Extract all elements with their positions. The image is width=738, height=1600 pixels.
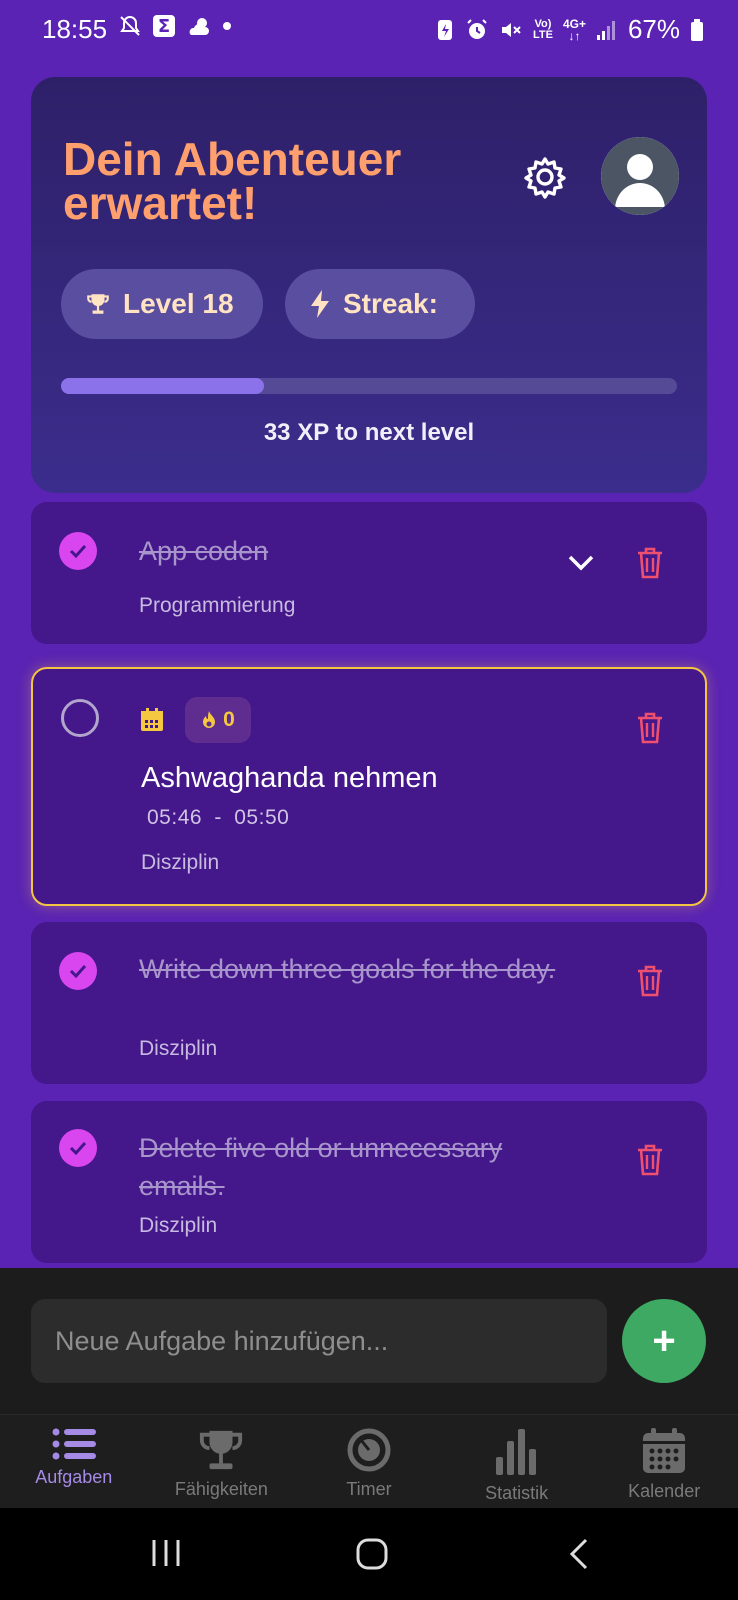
trash-icon[interactable]	[635, 964, 665, 998]
nav-label: Statistik	[485, 1483, 549, 1503]
timer-icon	[346, 1427, 392, 1473]
nav-item-statistik[interactable]: Statistik	[443, 1415, 591, 1508]
back-icon[interactable]	[568, 1538, 590, 1570]
flame-icon	[201, 710, 217, 730]
lte-label: LTE	[532, 28, 553, 41]
task-card[interactable]: App coden Programmierung	[31, 502, 707, 644]
xp-progress-fill	[61, 378, 265, 394]
task-checkbox-done[interactable]	[59, 1129, 97, 1167]
dot-icon	[222, 21, 232, 31]
task-title: Delete five old or unnecessary emails.	[139, 1133, 503, 1201]
new-task-input[interactable]	[31, 1299, 607, 1383]
task-card-active[interactable]: 0 Ashwaghanda nehmen 05:46 - 05:50 Diszi…	[31, 667, 707, 906]
trash-icon[interactable]	[635, 711, 665, 745]
svg-text:Σ: Σ	[158, 16, 170, 37]
task-category: Programmierung	[139, 594, 296, 617]
task-title: Write down three goals for the day.	[139, 954, 556, 984]
notifications-off-icon	[118, 14, 142, 38]
recent-apps-icon[interactable]	[150, 1538, 182, 1568]
plus-icon: +	[652, 1318, 676, 1363]
bottom-navigation: Aufgaben Fähigkeiten Timer Statistik Kal…	[0, 1414, 738, 1508]
task-time-range: 05:46 - 05:50	[147, 806, 289, 830]
time-separator: -	[214, 806, 222, 829]
trophy-icon	[85, 291, 111, 317]
nav-label: Fähigkeiten	[174, 1479, 268, 1499]
app-sigma-icon: Σ	[152, 14, 176, 38]
mute-icon	[499, 18, 523, 42]
trophy-icon	[198, 1427, 244, 1473]
start-time: 05:46	[147, 806, 203, 829]
chevron-down-icon[interactable]	[565, 553, 597, 573]
status-bar: 18:55 Σ Vo) LTE 4G+ ↓↑ 67%	[0, 0, 738, 58]
task-checkbox-open[interactable]	[61, 699, 99, 737]
checkmark-icon	[69, 544, 87, 559]
nav-item-aufgaben[interactable]: Aufgaben	[0, 1415, 148, 1508]
nav-label: Aufgaben	[35, 1467, 113, 1487]
nav-item-timer[interactable]: Timer	[295, 1415, 443, 1508]
weather-icon	[186, 15, 212, 37]
xp-text: 33 XP to next level	[263, 419, 475, 446]
xp-progress-bar	[61, 378, 677, 394]
network-type-label: 4G+	[562, 16, 586, 31]
list-icon	[50, 1427, 98, 1461]
checkmark-icon	[69, 964, 87, 979]
streak-count: 0	[223, 708, 235, 731]
user-silhouette-icon	[601, 137, 679, 215]
nav-item-faehigkeiten[interactable]: Fähigkeiten	[148, 1415, 296, 1508]
status-time: 18:55	[42, 14, 108, 44]
home-icon[interactable]	[356, 1538, 388, 1570]
task-title: App coden	[139, 536, 269, 566]
nav-item-kalender[interactable]: Kalender	[590, 1415, 738, 1508]
task-title: Ashwaghanda nehmen	[141, 762, 438, 794]
status-right-icons: Vo) LTE 4G+ ↓↑ 67%	[435, 14, 704, 45]
task-category: Disziplin	[139, 1037, 218, 1060]
checkmark-icon	[69, 1141, 87, 1156]
task-category: Disziplin	[139, 1214, 218, 1237]
alarm-icon	[465, 18, 489, 42]
task-checkbox-done[interactable]	[59, 532, 97, 570]
battery-saver-icon	[435, 18, 455, 42]
end-time: 05:50	[234, 806, 290, 829]
hero-title: Dein Abenteuer erwartet!	[63, 133, 402, 229]
signal-icon	[596, 19, 618, 41]
bolt-icon	[309, 289, 331, 319]
nav-label: Timer	[346, 1479, 392, 1499]
level-label: Level 18	[123, 288, 234, 319]
task-checkbox-done[interactable]	[59, 952, 97, 990]
streak-pill: Streak:	[285, 269, 475, 339]
settings-gear-icon[interactable]	[521, 153, 569, 201]
volte-icon: Vo) LTE	[532, 17, 553, 41]
task-card[interactable]: Write down three goals for the day. Disz…	[31, 922, 707, 1084]
streak-label: Streak:	[343, 288, 438, 319]
hero-card: Dein Abenteuer erwartet! Level 18 Streak…	[31, 77, 707, 493]
bar-chart-icon	[494, 1427, 540, 1477]
task-card[interactable]: Delete five old or unnecessary emails. D…	[31, 1101, 707, 1263]
add-task-button[interactable]: +	[622, 1299, 706, 1383]
status-left-icons: Σ	[118, 14, 232, 38]
trash-icon[interactable]	[635, 546, 665, 580]
avatar[interactable]	[601, 137, 679, 215]
new-task-bar: +	[0, 1268, 738, 1414]
task-category: Disziplin	[141, 851, 220, 874]
battery-icon	[690, 18, 704, 42]
system-navigation-bar	[0, 1508, 738, 1600]
calendar-icon	[641, 1427, 687, 1475]
nav-label: Kalender	[628, 1481, 701, 1501]
streak-badge: 0	[185, 697, 251, 743]
network-type-icon: 4G+ ↓↑	[562, 16, 586, 43]
level-pill: Level 18	[61, 269, 263, 339]
battery-percent: 67%	[627, 14, 680, 44]
calendar-icon	[139, 707, 165, 733]
trash-icon[interactable]	[635, 1143, 665, 1177]
